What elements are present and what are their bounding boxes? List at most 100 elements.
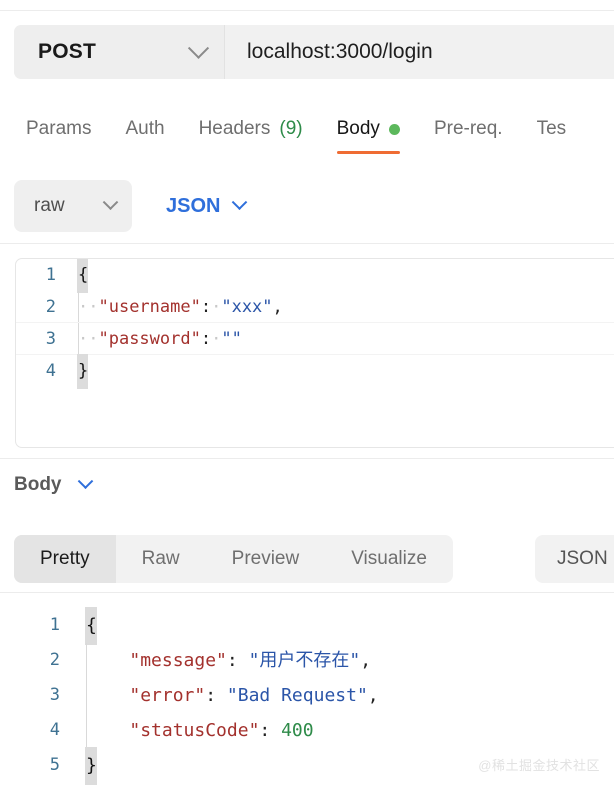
line-number: 2 — [49, 650, 60, 670]
line-number: 2 — [45, 297, 56, 317]
response-view-tabs: Pretty Raw Preview Visualize — [14, 535, 453, 583]
code-token-ws: · — [211, 329, 222, 349]
line-number: 3 — [49, 685, 60, 705]
request-body-editor[interactable]: 1{2 ·· "username": · "xxx", 3 ·· "password": · ""… — [15, 258, 614, 448]
code-line: 1{ — [16, 259, 614, 293]
request-tab-auth[interactable]: Auth — [125, 118, 164, 154]
request-tabs: Params Auth Headers (9) Body Pre-req. Tes — [0, 118, 614, 166]
code-token-k: "password" — [98, 329, 201, 349]
response-divider — [0, 458, 614, 459]
request-tab-params[interactable]: Params — [26, 118, 91, 154]
chevron-down-icon — [232, 193, 248, 210]
indent-guide — [86, 643, 87, 678]
body-mode-label: raw — [34, 195, 65, 216]
code-line-content: { — [77, 259, 89, 293]
code-token-brace: { — [77, 259, 89, 293]
response-tab-preview[interactable]: Preview — [206, 535, 326, 583]
code-token-p: : — [205, 685, 227, 706]
request-body-code[interactable]: 1{2 ·· "username": · "xxx", 3 ·· "password": · ""… — [16, 259, 614, 389]
code-token-p: : — [259, 720, 282, 741]
code-token-brace: { — [85, 606, 97, 645]
response-tab-label: Preview — [231, 548, 300, 569]
response-content-divider — [0, 592, 614, 593]
code-line-content: ·· "password": · "" — [78, 323, 242, 355]
url-input[interactable]: localhost:3000/login — [224, 25, 614, 79]
response-tab-pretty[interactable]: Pretty — [14, 535, 116, 583]
code-line: 4 "statusCode": 400 — [0, 713, 614, 748]
line-number: 1 — [49, 615, 60, 635]
code-line-content: "message": "用户不存在", — [86, 643, 371, 678]
code-token-brace: } — [77, 353, 89, 389]
request-tab-label: Pre-req. — [433, 118, 503, 139]
code-token-p: , — [360, 650, 372, 671]
code-token-n: 400 — [281, 720, 314, 741]
code-line-content: ·· "username": · "xxx", — [78, 291, 283, 323]
indent-guide — [86, 678, 87, 713]
response-tab-label: Pretty — [40, 548, 90, 569]
code-line-content: } — [85, 746, 97, 785]
indent-guide — [78, 291, 79, 323]
line-number: 3 — [45, 329, 56, 349]
url-text: localhost:3000/login — [247, 40, 433, 63]
watermark: @稀土掘金技术社区 — [478, 758, 600, 773]
chevron-down-icon — [102, 193, 119, 210]
code-token-brace: } — [85, 746, 97, 785]
line-number: 4 — [49, 720, 60, 740]
response-tab-label: Raw — [141, 548, 180, 569]
body-type-row: raw JSON — [0, 180, 248, 232]
request-divider — [0, 243, 614, 244]
top-divider — [0, 10, 614, 11]
code-line: 2 "message": "用户不存在", — [0, 643, 614, 678]
code-line-content: "statusCode": 400 — [86, 713, 314, 748]
code-token-p: : — [200, 329, 212, 349]
code-token-ws — [86, 643, 129, 678]
request-tab-headers[interactable]: Headers (9) — [199, 118, 303, 154]
http-method-label: POST — [38, 40, 96, 63]
response-tab-raw[interactable]: Raw — [116, 535, 206, 583]
api-client-screen: POST localhost:3000/login Params Auth Head… — [0, 0, 614, 785]
code-token-s: "" — [221, 329, 242, 349]
request-tab-label: Auth — [125, 118, 165, 139]
code-token-k: "error" — [129, 685, 206, 706]
body-format-label: JSON — [166, 194, 221, 217]
request-tab-tes[interactable]: Tes — [537, 118, 567, 154]
line-number: 1 — [45, 265, 56, 285]
response-tab-visualize[interactable]: Visualize — [325, 535, 453, 583]
request-tab-label: Tes — [536, 118, 567, 139]
response-format-select[interactable]: JSON — [535, 535, 614, 583]
request-tab-label: Params — [26, 118, 92, 139]
request-tab-body[interactable]: Body — [336, 118, 400, 154]
code-token-k: "message" — [129, 650, 227, 671]
code-token-ws — [86, 678, 129, 713]
code-line-content: "error": "Bad Request", — [86, 678, 379, 713]
indent-guide — [86, 713, 87, 748]
code-token-ws: · — [211, 297, 222, 317]
request-tab-count-badge: (9) — [279, 118, 303, 139]
code-token-s: "用户不存在" — [248, 650, 361, 671]
body-present-dot-icon — [388, 123, 400, 135]
code-line-content: } — [77, 353, 89, 389]
response-tab-label: Visualize — [351, 548, 427, 569]
response-format-label: JSON — [557, 548, 608, 569]
code-token-p: : — [226, 650, 249, 671]
code-token-s: "Bad Request" — [226, 685, 368, 706]
request-url-bar: POST localhost:3000/login — [14, 25, 614, 79]
line-number: 4 — [45, 361, 56, 381]
chevron-down-icon[interactable] — [77, 472, 93, 489]
line-number: 5 — [49, 755, 60, 775]
body-mode-select[interactable]: raw — [14, 180, 132, 232]
code-token-ws: ·· — [78, 329, 99, 349]
code-token-s: "xxx" — [221, 297, 273, 317]
code-line-content: { — [85, 606, 97, 645]
code-token-k: "statusCode" — [129, 720, 260, 741]
chevron-down-icon — [187, 37, 210, 59]
request-tab-pre-req[interactable]: Pre-req. — [434, 118, 503, 154]
code-token-p: : — [200, 297, 212, 317]
code-token-ws: ·· — [78, 297, 99, 317]
response-body-header[interactable]: Body — [14, 472, 93, 496]
http-method-select[interactable]: POST — [14, 25, 224, 79]
body-format-select[interactable]: JSON — [142, 193, 248, 218]
code-line: 3 ·· "password": · "" — [16, 323, 614, 355]
code-line: 1{ — [0, 606, 614, 645]
code-line: 2 ·· "username": · "xxx", — [16, 291, 614, 323]
